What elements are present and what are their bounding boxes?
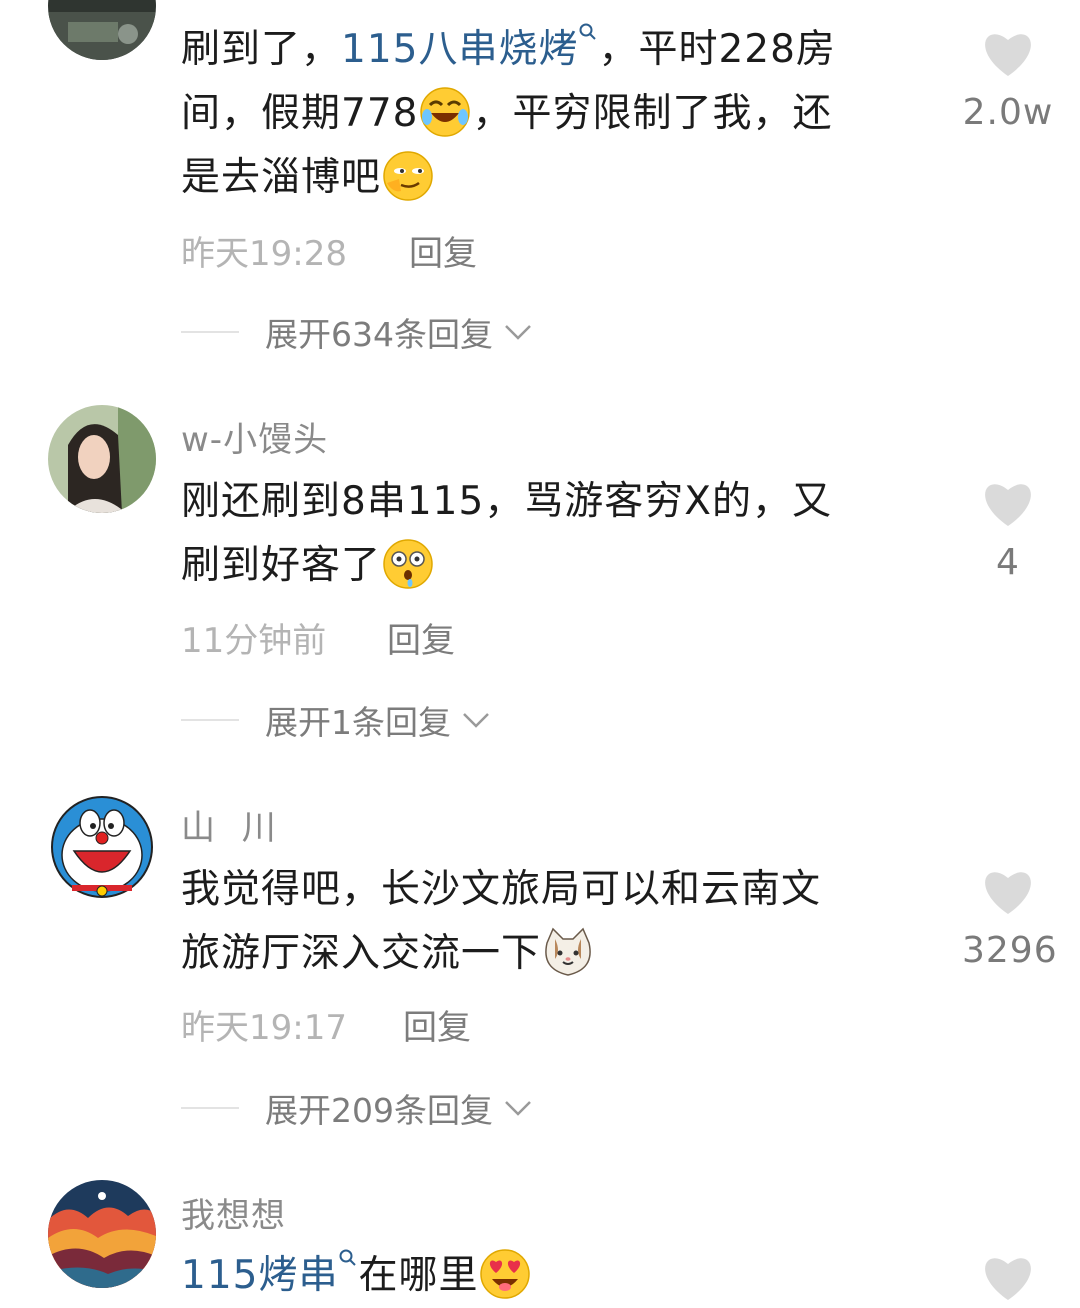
chevron-down-icon: [463, 713, 489, 728]
divider: [181, 719, 239, 721]
laughing-tears-emoji: [418, 85, 472, 139]
heart-icon: [985, 484, 1031, 526]
comment-text: 我觉得吧，长沙文旅局可以和云南文 旅游厅深入交流一下: [181, 858, 921, 986]
divider: [181, 1107, 239, 1109]
divider: [181, 331, 239, 333]
username[interactable]: 山 川: [181, 800, 284, 849]
search-link[interactable]: 115烤串: [181, 1249, 358, 1298]
like-count: 2.0w: [962, 92, 1054, 133]
avatar[interactable]: [48, 1180, 156, 1288]
search-link-text: 115烤串: [181, 1253, 339, 1298]
expand-replies-button[interactable]: 展开634条回复: [181, 308, 533, 356]
like-button[interactable]: 2.0w: [962, 28, 1054, 133]
expand-replies-label: 展开209条回复: [265, 1091, 493, 1130]
heart-icon: [985, 872, 1031, 914]
comment-text-suffix: ，平穷限制了我，还: [472, 91, 833, 136]
comment-text-line: 刷到好客了: [181, 543, 382, 588]
expand-replies-button[interactable]: 展开209条回复: [181, 1084, 533, 1132]
avatar-image: [48, 1180, 156, 1288]
comment-meta: 昨天19:28 回复: [181, 226, 477, 275]
comment-meta: 昨天19:17 回复: [181, 1000, 471, 1049]
comment-text-suffix: ，平时228房: [598, 27, 836, 72]
comment-text-line: 刚还刷到8串115，骂游客穷X的，又: [181, 479, 832, 524]
comment-text-line: 旅游厅深入交流一下: [181, 931, 542, 976]
drooling-surprised-emoji: [381, 537, 435, 591]
username[interactable]: 我想想: [181, 1188, 286, 1237]
like-button[interactable]: 3296: [962, 866, 1058, 971]
like-count: 3296: [962, 930, 1058, 971]
username[interactable]: w-小馒头: [181, 412, 328, 461]
avatar-image: [48, 0, 156, 60]
chevron-down-icon: [505, 325, 531, 340]
expand-replies-button[interactable]: 展开1条回复: [181, 696, 491, 744]
comment-text-line: 我觉得吧，长沙文旅局可以和云南文: [181, 867, 822, 912]
heart-icon: [985, 34, 1031, 76]
like-count: 4: [996, 542, 1020, 583]
comment-text-prefix: 刷到了，: [181, 27, 342, 72]
smirk-emoji: [381, 149, 435, 203]
avatar-image: [48, 405, 156, 513]
search-link-text: 115八串烧烤: [341, 27, 579, 72]
avatar-image: [48, 793, 156, 901]
search-icon: [579, 23, 597, 40]
comment-text: 刷到了，115八串烧烤 ，平时228房 间，假期778 ，平穷限制了我，还 是去淄博…: [181, 18, 921, 210]
heart-eyes-emoji: [478, 1247, 532, 1301]
cat-face-emoji: [541, 925, 595, 979]
search-link[interactable]: 115八串烧烤: [341, 23, 598, 72]
reply-button[interactable]: 回复: [403, 1000, 471, 1049]
comment-meta: 11分钟前 回复: [181, 613, 455, 662]
avatar[interactable]: [48, 793, 156, 901]
reply-button[interactable]: 回复: [387, 613, 455, 662]
comment-text-line: 是去淄博吧: [181, 155, 382, 200]
comment-time: 11分钟前: [181, 621, 327, 661]
chevron-down-icon: [505, 1101, 531, 1116]
avatar[interactable]: [48, 0, 156, 60]
like-button[interactable]: 4: [962, 478, 1054, 583]
like-button[interactable]: [962, 1252, 1054, 1302]
comment-time: 昨天19:28: [181, 234, 347, 274]
comment-time: 昨天19:17: [181, 1008, 347, 1048]
comment-text-suffix: 在哪里: [358, 1253, 479, 1298]
comment-text: 115烤串 在哪里: [181, 1244, 921, 1308]
expand-replies-label: 展开1条回复: [265, 703, 451, 742]
reply-button[interactable]: 回复: [409, 226, 477, 275]
heart-icon: [985, 1258, 1031, 1300]
expand-replies-label: 展开634条回复: [265, 315, 493, 354]
search-icon: [339, 1249, 357, 1266]
comment-text: 刚还刷到8串115，骂游客穷X的，又 刷到好客了: [181, 470, 921, 598]
comment-text-line: 间，假期778: [181, 91, 419, 136]
avatar[interactable]: [48, 405, 156, 513]
